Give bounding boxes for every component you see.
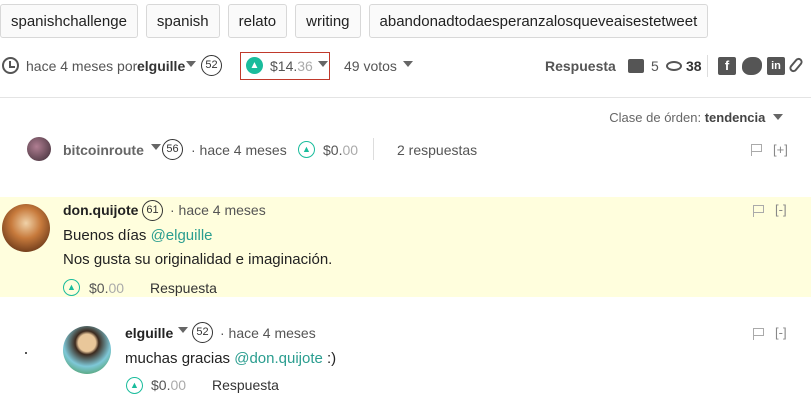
flag-icon[interactable] — [753, 205, 764, 217]
author-menu-caret-icon[interactable] — [178, 327, 188, 333]
divider — [0, 97, 811, 98]
comment-time: · hace 4 meses — [170, 202, 266, 218]
author-reputation: 52 — [201, 55, 222, 76]
mention-link[interactable]: @don.quijote — [234, 350, 323, 367]
comment-body-line: Nos gusta su originalidad e imaginación. — [63, 251, 333, 268]
comment-text: :) — [322, 350, 337, 367]
facebook-icon[interactable]: f — [718, 57, 736, 75]
comment-payout-cents: 00 — [342, 142, 359, 158]
sort-caret-icon[interactable] — [773, 114, 783, 121]
clock-icon — [2, 57, 19, 74]
link-icon[interactable] — [787, 56, 805, 74]
comment-payout-main: $0. — [89, 280, 109, 296]
post-reply-button[interactable]: Respuesta — [545, 58, 616, 74]
collapse-toggle[interactable]: [-] — [775, 325, 787, 340]
divider — [707, 55, 708, 77]
comment-author[interactable]: don.quijote — [63, 202, 138, 218]
post-meta-bar: hace 4 meses por elguille 52 ▲ $14.36 49… — [0, 52, 811, 80]
sort-control[interactable]: Clase de órden: tendencia — [609, 110, 783, 125]
author-reputation: 52 — [192, 322, 213, 343]
author-reputation: 56 — [162, 139, 183, 160]
flag-icon[interactable] — [751, 144, 762, 156]
comment-payout[interactable]: $0.00 — [89, 280, 124, 296]
comments-icon[interactable] — [628, 59, 644, 73]
upvote-icon[interactable]: ▲ — [246, 57, 263, 74]
sort-value[interactable]: tendencia — [705, 110, 766, 125]
comment-text: Buenos días — [63, 227, 151, 244]
sort-label: Clase de órden: — [609, 110, 702, 125]
comment-author[interactable]: elguille — [125, 325, 173, 341]
comment-payout-main: $0. — [323, 142, 343, 158]
bullet-dot — [25, 352, 27, 354]
comment-payout-cents: 00 — [108, 280, 125, 296]
comment-count: 5 — [651, 58, 659, 74]
tag-list: spanishchallenge spanish relato writing … — [0, 4, 709, 38]
author-reputation: 61 — [142, 200, 163, 221]
payout-caret-icon[interactable] — [318, 61, 328, 67]
comment-text: muchas gracias — [125, 350, 235, 367]
tag-abandonad[interactable]: abandonadtodaesperanzalosqueveaisestetwe… — [368, 4, 709, 38]
reply-button[interactable]: Respuesta — [150, 280, 217, 296]
replies-count[interactable]: 2 respuestas — [397, 142, 477, 158]
comment-body-line: Buenos días @elguille — [63, 227, 213, 244]
comment-payout[interactable]: $0.00 — [323, 142, 358, 158]
tag-spanishchallenge[interactable]: spanishchallenge — [0, 4, 138, 38]
votes-caret-icon[interactable] — [403, 61, 413, 67]
comment-payout-cents: 00 — [170, 377, 187, 393]
post-payout-main: $14. — [270, 58, 298, 74]
tag-spanish[interactable]: spanish — [145, 4, 220, 38]
mention-link[interactable]: @elguille — [151, 227, 213, 244]
author-menu-caret-icon[interactable] — [186, 61, 196, 67]
twitter-icon[interactable] — [742, 57, 762, 75]
divider — [373, 138, 374, 160]
author-menu-caret-icon[interactable] — [151, 144, 161, 150]
avatar[interactable] — [2, 204, 50, 252]
linkedin-icon[interactable]: in — [767, 57, 785, 75]
upvote-icon[interactable]: ▲ — [298, 141, 315, 158]
post-author-link[interactable]: elguille — [137, 58, 185, 74]
avatar[interactable] — [63, 326, 111, 374]
post-payout-cents: 36 — [297, 58, 313, 74]
view-count: 38 — [686, 58, 702, 74]
post-payout[interactable]: $14.36 — [270, 58, 313, 74]
reply-button[interactable]: Respuesta — [212, 377, 279, 393]
comment-payout-main: $0. — [151, 377, 171, 393]
comment-payout[interactable]: $0.00 — [151, 377, 186, 393]
tag-writing[interactable]: writing — [295, 4, 361, 38]
comment-time: · hace 4 meses — [191, 142, 287, 158]
eye-icon — [666, 61, 682, 71]
flag-icon[interactable] — [753, 328, 764, 340]
votes-count[interactable]: 49 votos — [344, 58, 397, 74]
avatar[interactable] — [27, 137, 51, 161]
upvote-icon[interactable]: ▲ — [63, 279, 80, 296]
comment-time: · hace 4 meses — [220, 325, 316, 341]
comment-body-line: muchas gracias @don.quijote :) — [125, 350, 336, 367]
collapse-toggle[interactable]: [-] — [775, 202, 787, 217]
expand-toggle[interactable]: [+] — [773, 142, 788, 157]
tag-relato[interactable]: relato — [227, 4, 288, 38]
upvote-icon[interactable]: ▲ — [126, 377, 143, 394]
post-time: hace 4 meses por — [26, 58, 138, 74]
comment-author[interactable]: bitcoinroute — [63, 142, 144, 158]
